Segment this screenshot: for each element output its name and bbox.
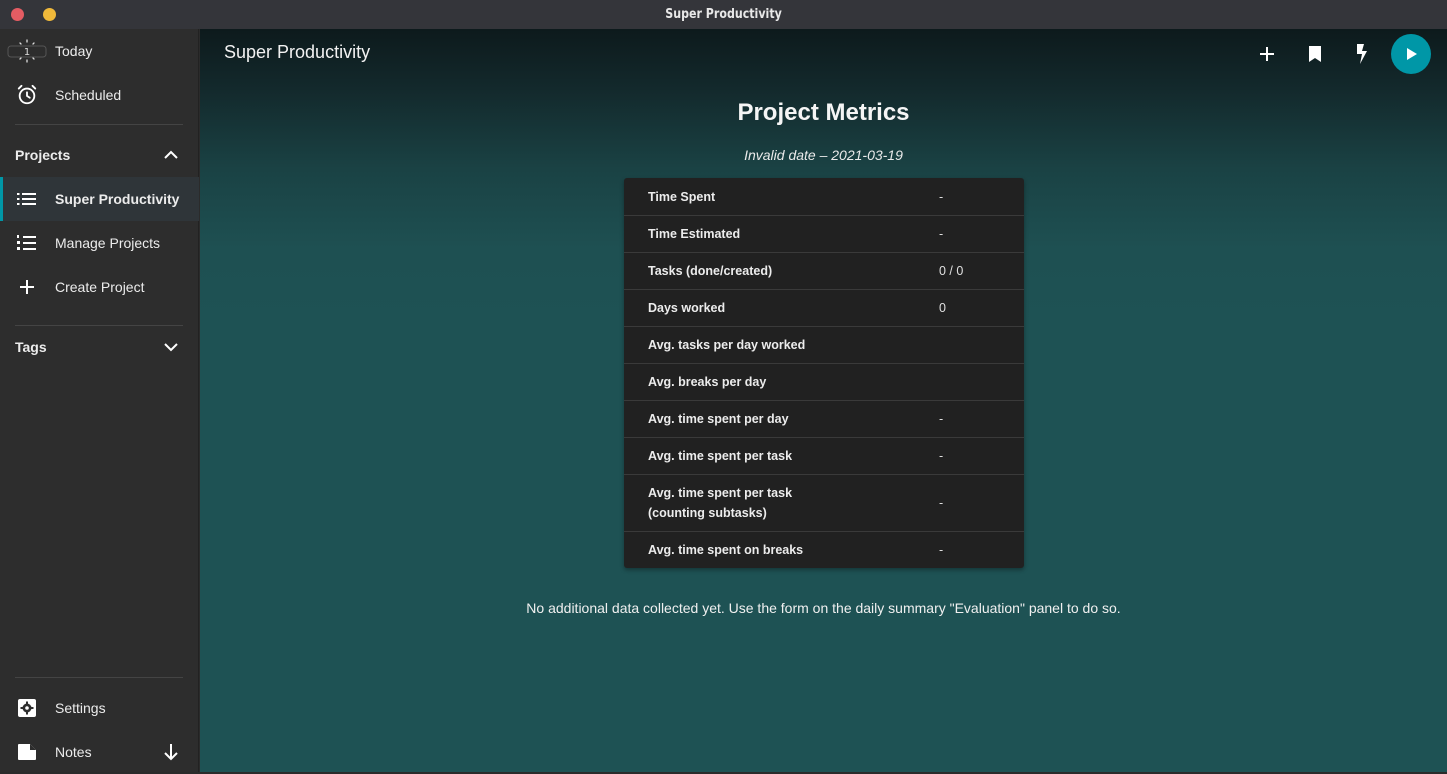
- sidebar-item-label: Super Productivity: [55, 191, 180, 207]
- plus-icon: [15, 275, 39, 299]
- window-titlebar: Super Productivity: [0, 0, 1447, 29]
- tags-section-label: Tags: [15, 339, 47, 355]
- metric-label: Avg. tasks per day worked: [648, 338, 806, 352]
- sidebar-divider: [15, 677, 183, 678]
- note-icon: [15, 740, 39, 764]
- metric-label-line: (counting subtasks): [648, 506, 767, 520]
- sidebar-item-create-project[interactable]: Create Project: [0, 265, 199, 309]
- metric-value: -: [939, 189, 944, 204]
- no-data-note: No additional data collected yet. Use th…: [526, 600, 1121, 616]
- metrics-table: Time Spent - Time Estimated - Tasks (don…: [624, 178, 1024, 568]
- bookmarks-button[interactable]: [1300, 39, 1330, 69]
- top-bar: Super Productivity: [200, 29, 1447, 77]
- tags-section-header[interactable]: Tags: [0, 325, 199, 369]
- table-row: Avg. time spent on breaks -: [624, 531, 1024, 568]
- metric-label: Avg. breaks per day: [648, 375, 767, 389]
- svg-text:1: 1: [24, 47, 30, 58]
- table-row: Avg. breaks per day: [624, 363, 1024, 400]
- arrow-down-icon[interactable]: [160, 741, 182, 763]
- table-row: Time Estimated -: [624, 215, 1024, 252]
- metric-label: Avg. time spent per task (counting subta…: [648, 483, 848, 523]
- table-row: Tasks (done/created) 0 / 0: [624, 252, 1024, 289]
- sidebar-item-super-productivity[interactable]: Super Productivity: [0, 177, 199, 221]
- window-close-button[interactable]: [11, 8, 24, 21]
- metric-value: 0: [939, 301, 946, 315]
- sidebar-item-manage-projects[interactable]: Manage Projects: [0, 221, 199, 265]
- metric-label: Avg. time spent per day: [648, 412, 789, 426]
- list-icon: [15, 187, 39, 211]
- window-title: Super Productivity: [665, 7, 782, 22]
- sidebar-item-label: Create Project: [55, 279, 145, 295]
- alarm-clock-icon: [15, 83, 39, 107]
- sidebar-item-today[interactable]: 1 Today: [0, 29, 199, 73]
- project-title: Super Productivity: [224, 42, 371, 62]
- sidebar-item-label: Notes: [55, 744, 92, 760]
- metric-value: -: [939, 412, 944, 426]
- play-icon: [1407, 48, 1417, 60]
- bookmark-icon: [1309, 46, 1321, 62]
- sidebar-divider: [15, 124, 183, 125]
- sidebar-item-label: Settings: [55, 700, 106, 716]
- sidebar-item-label: Manage Projects: [55, 235, 161, 251]
- metric-value: -: [939, 496, 944, 510]
- metric-label: Tasks (done/created): [648, 264, 773, 278]
- flash-icon: [1357, 44, 1367, 64]
- sidebar-item-label: Scheduled: [55, 87, 122, 103]
- table-row: Days worked 0: [624, 289, 1024, 326]
- metric-value: -: [939, 227, 944, 241]
- plus-icon: [1260, 47, 1274, 61]
- table-row: Time Spent -: [624, 178, 1024, 215]
- metric-label: Time Spent: [648, 189, 716, 204]
- metric-label-line: Avg. time spent per task: [648, 486, 793, 500]
- sidebar: 1 Today Scheduled Projects Super Product…: [0, 29, 199, 772]
- metric-label: Avg. time spent on breaks: [648, 543, 804, 557]
- metric-label: Avg. time spent per task: [648, 449, 793, 463]
- chevron-up-icon[interactable]: [160, 144, 182, 166]
- sidebar-item-settings[interactable]: Settings: [0, 686, 199, 730]
- add-task-button[interactable]: [1252, 39, 1282, 69]
- table-row: Avg. tasks per day worked: [624, 326, 1024, 363]
- chevron-down-icon[interactable]: [160, 336, 182, 358]
- metric-value: -: [939, 543, 944, 557]
- table-row: Avg. time spent per day -: [624, 400, 1024, 437]
- metric-value: -: [939, 449, 944, 463]
- metric-value: 0 / 0: [939, 264, 964, 278]
- numbered-list-icon: [15, 231, 39, 255]
- projects-section-label: Projects: [15, 147, 71, 163]
- table-row: Avg. time spent per task -: [624, 437, 1024, 474]
- date-range: Invalid date – 2021-03-19: [744, 147, 903, 163]
- metric-label: Days worked: [648, 301, 726, 315]
- quick-action-button[interactable]: [1347, 39, 1377, 69]
- start-tracking-button[interactable]: [1391, 34, 1431, 74]
- page-title: Project Metrics: [737, 99, 910, 126]
- main-content: Super Productivity Project Metrics Inval…: [200, 29, 1447, 772]
- sidebar-item-scheduled[interactable]: Scheduled: [0, 73, 199, 117]
- metric-label: Time Estimated: [648, 227, 741, 241]
- sidebar-item-notes[interactable]: Notes: [0, 730, 199, 774]
- settings-gear-icon: [15, 696, 39, 720]
- sidebar-item-label: Today: [55, 43, 93, 59]
- table-row: Avg. time spent per task (counting subta…: [624, 474, 1024, 531]
- window-minimize-button[interactable]: [43, 8, 56, 21]
- today-calendar-icon: 1: [7, 39, 47, 63]
- projects-section-header[interactable]: Projects: [0, 133, 199, 177]
